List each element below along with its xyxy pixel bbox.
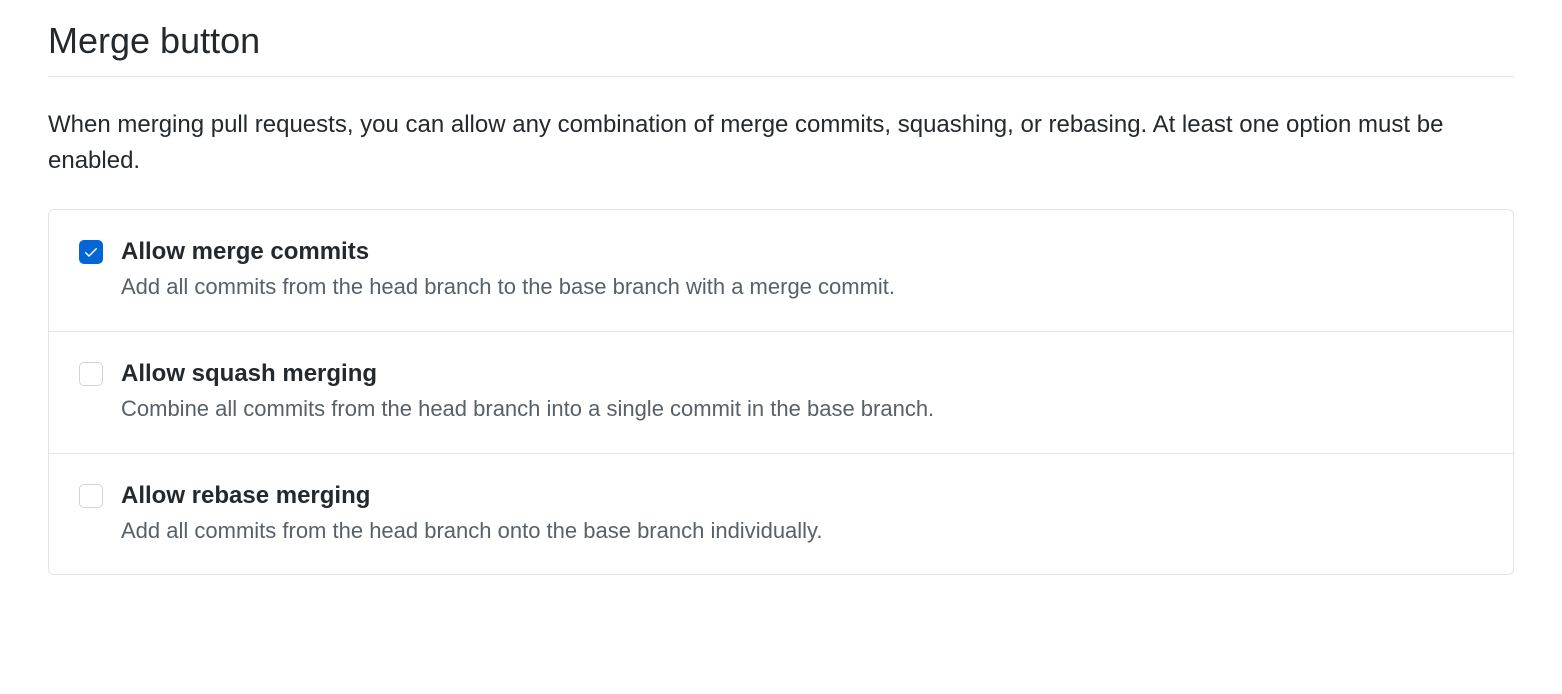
option-description-merge-commits: Add all commits from the head branch to …	[121, 272, 1483, 303]
checkbox-allow-squash-merging[interactable]	[79, 362, 103, 386]
section-title: Merge button	[48, 20, 1514, 77]
option-title-squash-merging: Allow squash merging	[121, 360, 1483, 388]
option-title-merge-commits: Allow merge commits	[121, 238, 1483, 266]
checkbox-allow-merge-commits[interactable]	[79, 240, 103, 264]
option-row-rebase-merging: Allow rebase merging Add all commits fro…	[49, 454, 1513, 575]
option-content: Allow merge commits Add all commits from…	[121, 238, 1483, 303]
checkbox-allow-rebase-merging[interactable]	[79, 484, 103, 508]
option-row-squash-merging: Allow squash merging Combine all commits…	[49, 332, 1513, 454]
checkbox-wrapper	[79, 240, 103, 264]
option-content: Allow squash merging Combine all commits…	[121, 360, 1483, 425]
merge-options-container: Allow merge commits Add all commits from…	[48, 209, 1514, 575]
check-icon	[83, 244, 99, 260]
checkbox-wrapper	[79, 484, 103, 508]
option-content: Allow rebase merging Add all commits fro…	[121, 482, 1483, 547]
section-description: When merging pull requests, you can allo…	[48, 107, 1514, 179]
option-description-rebase-merging: Add all commits from the head branch ont…	[121, 516, 1483, 547]
option-title-rebase-merging: Allow rebase merging	[121, 482, 1483, 510]
checkbox-wrapper	[79, 362, 103, 386]
option-description-squash-merging: Combine all commits from the head branch…	[121, 394, 1483, 425]
option-row-merge-commits: Allow merge commits Add all commits from…	[49, 210, 1513, 332]
